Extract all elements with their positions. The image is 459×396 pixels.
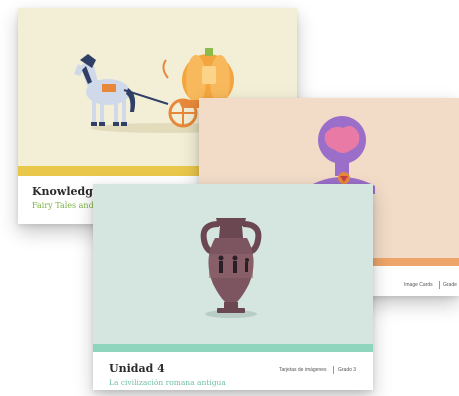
card-subtitle: La civilización romana antigua <box>109 378 226 387</box>
card-meta-label: Image Cards <box>404 282 433 288</box>
card-meta-grade: Grado 3 <box>338 367 357 373</box>
card-title: Unidad 4 <box>109 362 165 375</box>
card-illustration-area <box>93 184 373 344</box>
human-figure-icon <box>309 116 375 194</box>
card-accent-stripe <box>93 344 373 352</box>
amphora-illustration <box>200 218 262 318</box>
card-meta-grade: Grade <box>443 282 457 288</box>
amphora-icon <box>200 218 262 313</box>
card-meta-label: Tarjetas de imágenes <box>279 367 327 373</box>
meta-divider <box>439 281 440 289</box>
card-unidad-4[interactable]: Unidad 4 La civilización romana antigua … <box>93 184 373 390</box>
product-showcase: Knowledge 1 Fairy Tales and Tall Tales I… <box>0 0 459 396</box>
meta-divider <box>333 366 334 374</box>
